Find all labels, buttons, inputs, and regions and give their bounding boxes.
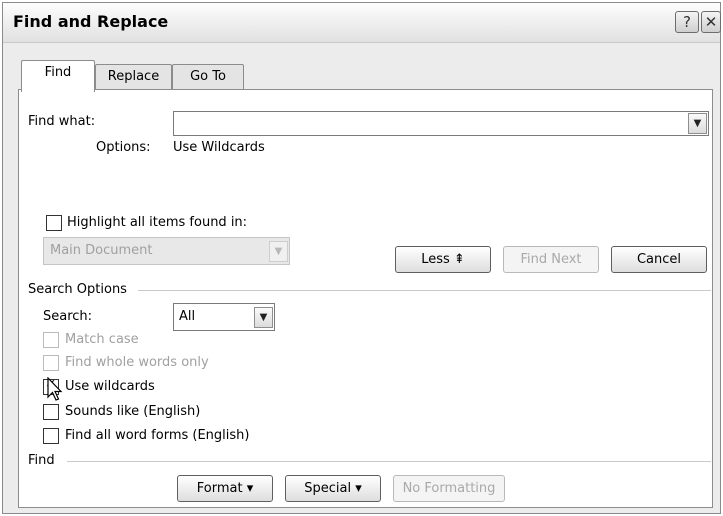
chevron-down-icon[interactable]: ▼ (254, 307, 273, 328)
highlight-scope-value: Main Document (50, 243, 153, 258)
format-button[interactable]: Format ▾ (177, 475, 273, 502)
close-button[interactable]: ✕ (701, 11, 721, 33)
find-next-button: Find Next (503, 246, 599, 273)
title-bar: Find and Replace ? ✕ (3, 3, 721, 43)
find-what-input[interactable]: ▼ (173, 111, 709, 136)
tab-find[interactable]: Find (21, 60, 95, 92)
sounds-like-label: Sounds like (English) (65, 404, 201, 419)
find-replace-dialog: Find and Replace ? ✕ Find Replace Go To … (2, 2, 721, 514)
search-options-heading: Search Options (28, 282, 127, 297)
match-case-label: Match case (65, 332, 139, 347)
highlight-scope-select: Main Document ▼ (43, 237, 290, 265)
tab-go-to[interactable]: Go To (172, 64, 244, 91)
sounds-like-checkbox[interactable] (43, 404, 59, 420)
chevron-down-icon: ▼ (269, 241, 288, 262)
find-section-divider (67, 461, 711, 462)
options-value: Use Wildcards (173, 140, 265, 155)
special-button[interactable]: Special ▾ (285, 475, 381, 502)
less-button[interactable]: Less ⇞ (395, 246, 491, 273)
find-what-label: Find what: (28, 114, 96, 129)
options-label: Options: (96, 140, 151, 155)
search-direction-value: All (179, 309, 196, 324)
search-options-divider (138, 290, 711, 291)
use-wildcards-label: Use wildcards (65, 379, 155, 394)
cancel-button[interactable]: Cancel (611, 246, 707, 273)
match-case-checkbox (43, 332, 59, 348)
highlight-label: Highlight all items found in: (67, 215, 248, 230)
chevron-down-icon[interactable]: ▼ (688, 113, 707, 134)
tab-replace[interactable]: Replace (95, 64, 172, 91)
dialog-title: Find and Replace (13, 12, 169, 31)
no-formatting-button: No Formatting (393, 475, 505, 502)
mouse-pointer-icon (47, 377, 63, 401)
whole-words-checkbox (43, 355, 59, 371)
search-direction-select[interactable]: All ▼ (173, 303, 275, 331)
find-section-heading: Find (28, 453, 55, 468)
word-forms-checkbox[interactable] (43, 428, 59, 444)
highlight-checkbox[interactable] (46, 215, 62, 231)
word-forms-label: Find all word forms (English) (65, 428, 250, 443)
whole-words-label: Find whole words only (65, 355, 209, 370)
help-button[interactable]: ? (675, 11, 699, 33)
search-direction-label: Search: (43, 309, 93, 324)
